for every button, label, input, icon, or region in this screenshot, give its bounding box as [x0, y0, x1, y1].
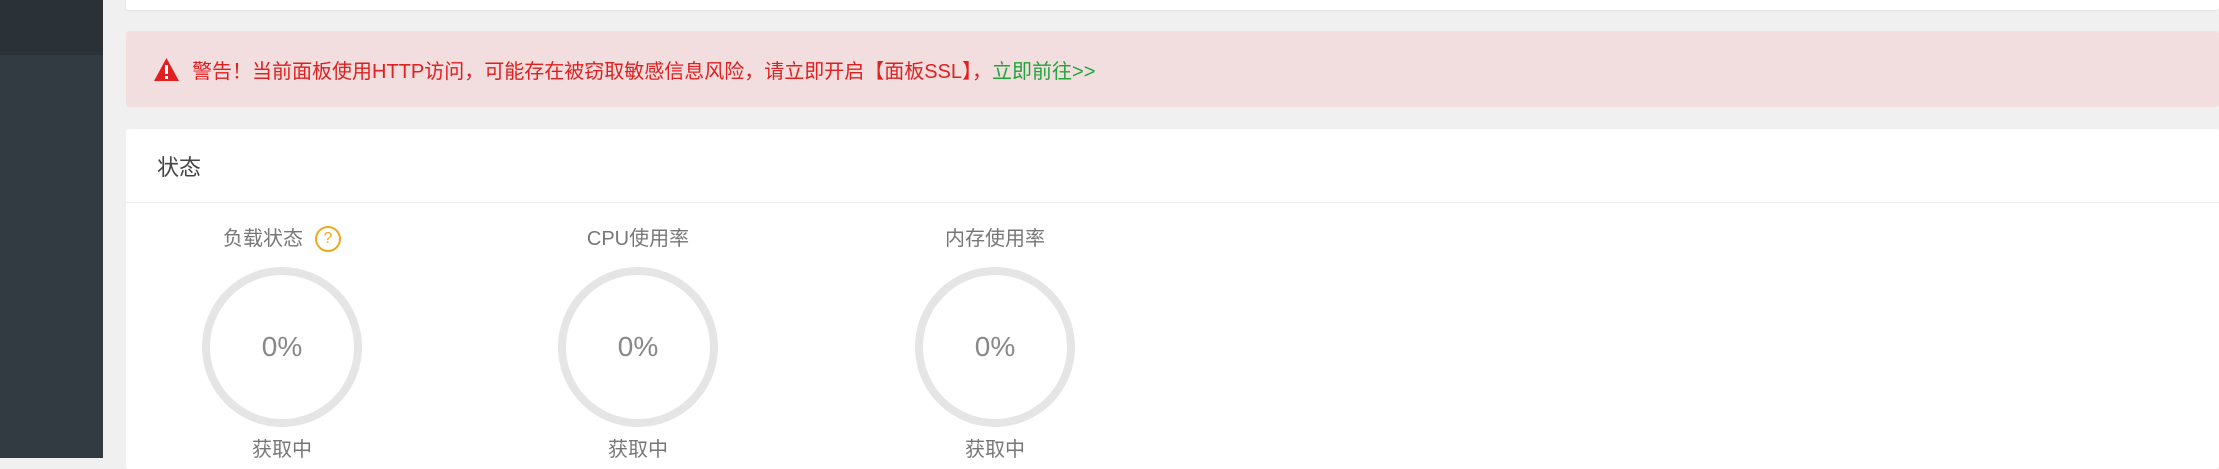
- memory-gauge: 内存使用率 0% 获取中: [905, 225, 1085, 462]
- question-circle-icon[interactable]: ?: [315, 226, 341, 252]
- load-gauge: 负载状态 ? 0% 获取中: [192, 225, 372, 462]
- sidebar: [0, 0, 103, 458]
- enable-ssl-link[interactable]: 立即前往>>: [992, 55, 1095, 84]
- warning-triangle-icon: [153, 56, 180, 83]
- cpu-gauge-ring[interactable]: 0%: [558, 267, 718, 427]
- memory-gauge-label: 内存使用率: [945, 228, 1045, 250]
- memory-gauge-value: 0%: [974, 331, 1016, 362]
- warning-text: 警告！当前面板使用HTTP访问，可能存在被窃取敏感信息风险，请立即开启【面板SS…: [192, 60, 993, 83]
- status-title: 状态: [126, 129, 2219, 203]
- memory-gauge-title: 内存使用率: [905, 225, 1085, 253]
- load-gauge-value: 0%: [261, 331, 303, 362]
- load-gauge-title: 负载状态 ?: [192, 225, 372, 253]
- cpu-gauge-title: CPU使用率: [548, 225, 728, 253]
- load-gauge-ring[interactable]: 0%: [202, 267, 362, 427]
- load-gauge-label: 负载状态: [223, 228, 303, 250]
- memory-gauge-ring[interactable]: 0%: [915, 267, 1075, 427]
- cpu-gauge: CPU使用率 0% 获取中: [548, 225, 728, 462]
- cpu-gauge-value: 0%: [617, 331, 659, 362]
- status-panel: 状态 负载状态 ? 0% 获取中 CPU使用率 0% 获取中 内存使用率 0% …: [126, 129, 2219, 469]
- sidebar-active-item[interactable]: [0, 0, 103, 55]
- ssl-warning-banner: 警告！当前面板使用HTTP访问，可能存在被窃取敏感信息风险，请立即开启【面板SS…: [126, 31, 2219, 107]
- top-card: [126, 0, 2219, 10]
- cpu-gauge-label: CPU使用率: [586, 228, 690, 250]
